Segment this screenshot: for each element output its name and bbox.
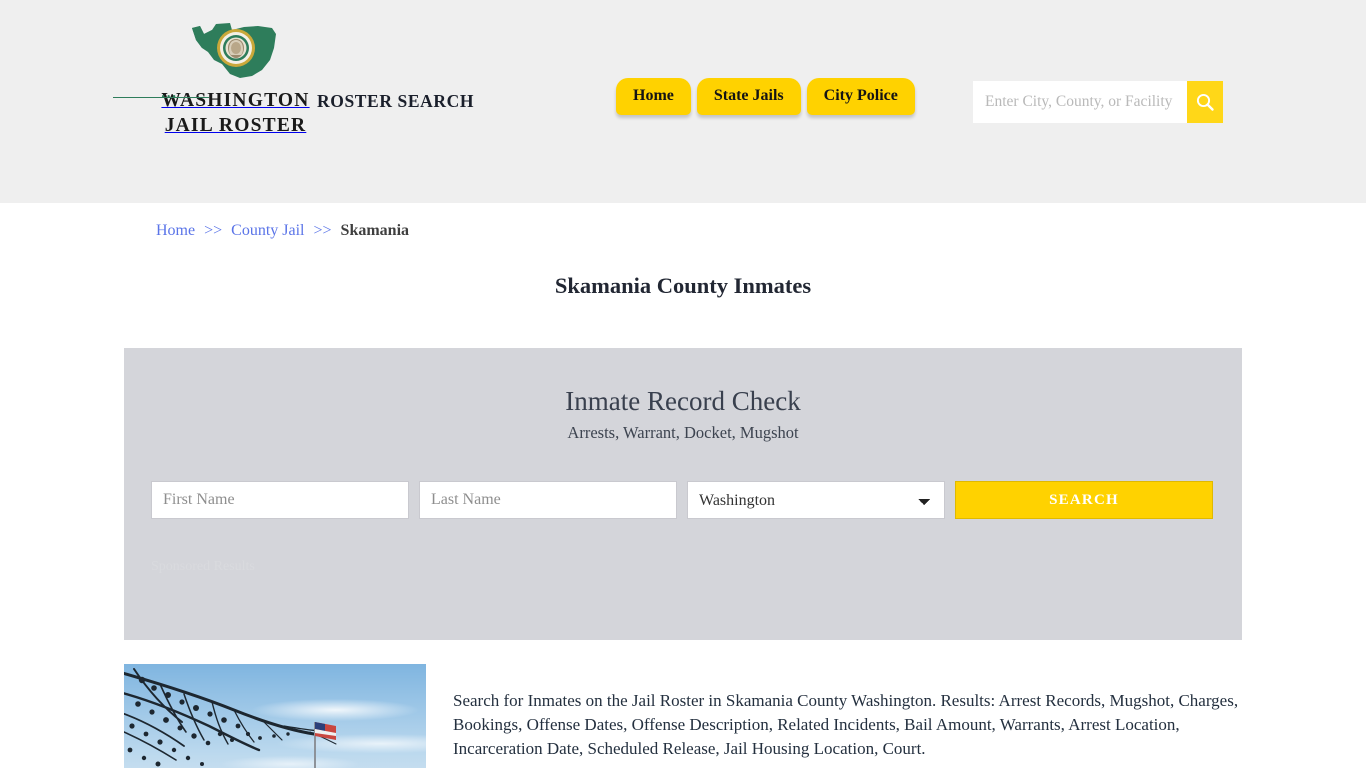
breadcrumb-item-current: Skamania (340, 222, 410, 239)
breadcrumb-item-county-jail[interactable]: County Jail (231, 222, 304, 239)
sponsored-results-label: Sponsored Results (151, 559, 255, 575)
breadcrumb: Home >> County Jail >> Skamania (123, 203, 1243, 240)
inmate-search-form: Washington SEARCH (124, 443, 1242, 520)
flagpole-icon (314, 722, 336, 768)
panel-subtitle: Arrests, Warrant, Docket, Mugshot (567, 423, 799, 443)
site-header: ••• WASHINGTON JAIL ROSTER ROSTER SEARCH… (0, 0, 1366, 203)
search-records-button[interactable]: SEARCH (955, 481, 1213, 520)
breadcrumb-separator: >> (313, 222, 332, 239)
content-row: Search for Inmates on the Jail Roster in… (124, 664, 1242, 768)
washington-state-seal-icon (191, 23, 276, 78)
header-inner: ••• WASHINGTON JAIL ROSTER ROSTER SEARCH… (113, 0, 1243, 203)
last-name-input[interactable] (419, 481, 677, 520)
tree-branches-graphic (124, 668, 337, 768)
nav-item-home[interactable]: Home (616, 78, 691, 115)
state-select[interactable]: Washington (687, 481, 945, 520)
first-name-input[interactable] (151, 481, 409, 520)
nav-item-state-jails[interactable]: State Jails (696, 78, 801, 115)
inmate-record-check-panel: Inmate Record Check Arrests, Warrant, Do… (124, 348, 1242, 640)
header-search-input[interactable] (973, 81, 1187, 123)
county-photo (124, 664, 426, 768)
brand-name-line2: JAIL ROSTER (164, 115, 307, 136)
brand-name-line1: WASHINGTON (161, 90, 310, 111)
page-title: Skamania County Inmates (554, 273, 812, 298)
roster-search-tagline: ROSTER SEARCH (317, 91, 475, 111)
breadcrumb-separator: >> (204, 222, 223, 239)
site-logo[interactable]: ••• WASHINGTON JAIL ROSTER (113, 18, 323, 138)
breadcrumb-item-home[interactable]: Home (156, 222, 195, 239)
search-icon (1196, 93, 1214, 111)
page-description: Search for Inmates on the Jail Roster in… (453, 691, 1239, 758)
header-search-button[interactable] (1187, 81, 1223, 123)
nav-item-city-police[interactable]: City Police (806, 78, 915, 115)
panel-title: Inmate Record Check (565, 386, 801, 416)
header-search-box (973, 81, 1223, 123)
main-navigation: Home State Jails City Police (616, 78, 915, 115)
